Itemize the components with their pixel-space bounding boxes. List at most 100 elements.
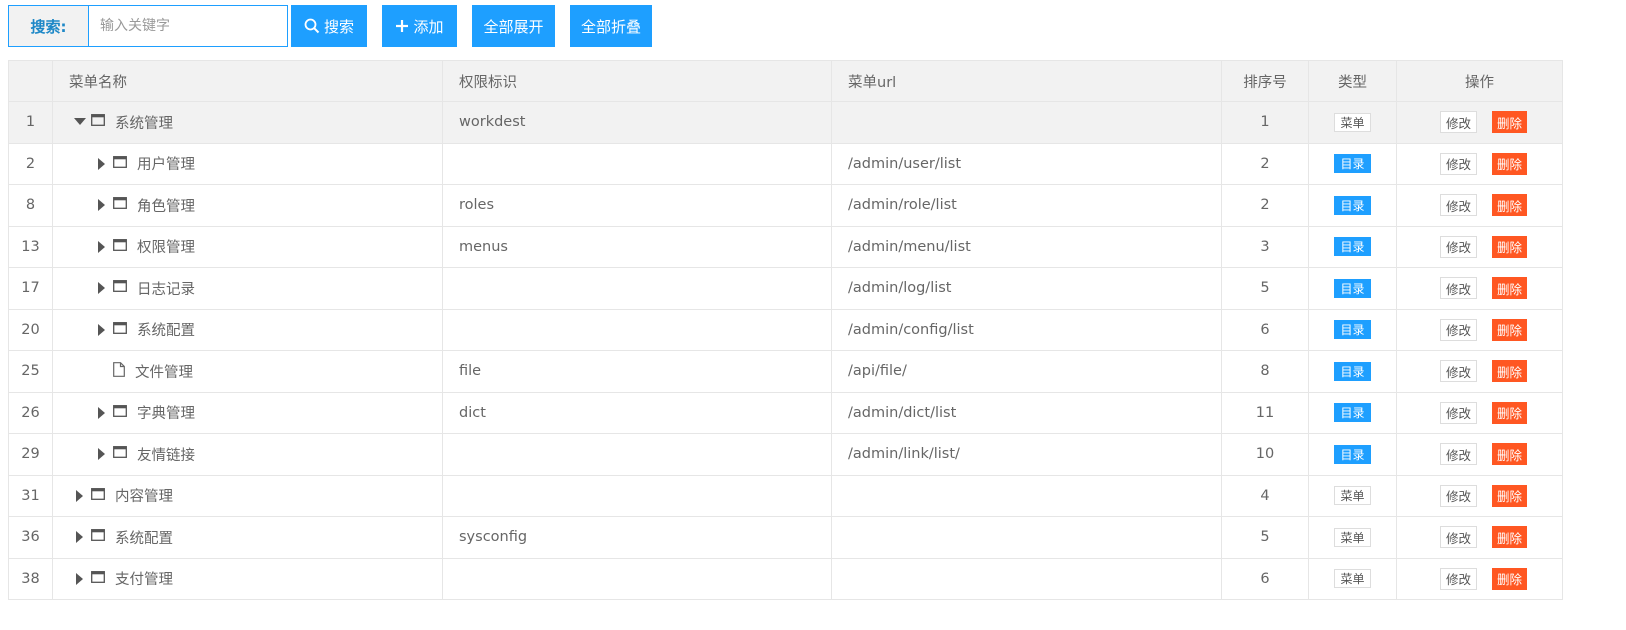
cell-id: 38 <box>8 557 53 600</box>
edit-button[interactable]: 修改 <box>1439 567 1477 590</box>
cell-url: /admin/role/list <box>831 184 1222 227</box>
edit-button[interactable]: 修改 <box>1439 152 1477 175</box>
caret-right-icon[interactable] <box>95 240 109 253</box>
type-badge: 目录 <box>1334 154 1371 174</box>
table-row[interactable]: 8 角色管理 roles/admin/role/list 2 目录 修改 删除 <box>8 184 1563 227</box>
cell-op: 修改 删除 <box>1396 391 1563 434</box>
type-badge: 菜单 <box>1334 527 1371 547</box>
cell-sort: 5 <box>1221 516 1309 559</box>
add-button[interactable]: 添加 <box>382 5 457 47</box>
delete-button[interactable]: 删除 <box>1492 401 1528 424</box>
delete-button[interactable]: 删除 <box>1492 360 1528 383</box>
delete-button[interactable]: 删除 <box>1492 526 1528 549</box>
cell-perm <box>442 433 832 476</box>
delete-button[interactable]: 删除 <box>1492 443 1528 466</box>
cell-op: 修改 删除 <box>1396 557 1563 600</box>
caret-right-icon[interactable] <box>73 531 87 544</box>
cell-perm: roles <box>442 184 832 227</box>
menu-name: 角色管理 <box>137 198 195 215</box>
expand-all-button[interactable]: 全部展开 <box>472 5 555 47</box>
window-icon <box>91 529 105 545</box>
table-row[interactable]: 31 内容管理 4 菜单 修改 删除 <box>8 474 1563 517</box>
edit-button[interactable]: 修改 <box>1439 526 1477 549</box>
search-box: 搜索: <box>8 5 288 47</box>
type-badge: 目录 <box>1334 320 1371 340</box>
cell-sort: 6 <box>1221 308 1309 351</box>
cell-sort: 4 <box>1221 474 1309 517</box>
table-row[interactable]: 36 系统配置 sysconfig 5 菜单 修改 删除 <box>8 516 1563 559</box>
table-row[interactable]: 29 友情链接/admin/link/list/10 目录 修改 删除 <box>8 433 1563 476</box>
window-icon <box>113 446 127 462</box>
collapse-all-button[interactable]: 全部折叠 <box>570 5 652 47</box>
caret-right-icon[interactable] <box>95 406 109 419</box>
search-input[interactable] <box>89 6 287 46</box>
cell-name: 字典管理 <box>52 391 443 434</box>
caret-right-icon[interactable] <box>95 199 109 212</box>
edit-button[interactable]: 修改 <box>1439 111 1477 134</box>
cell-type: 目录 <box>1308 142 1397 185</box>
delete-button[interactable]: 删除 <box>1492 277 1528 300</box>
cell-id: 1 <box>8 101 53 144</box>
delete-button[interactable]: 删除 <box>1492 194 1528 217</box>
caret-right-icon[interactable] <box>95 448 109 461</box>
menu-name: 友情链接 <box>137 447 195 464</box>
cell-name: 日志记录 <box>52 267 443 310</box>
table-row[interactable]: 17 日志记录/admin/log/list 5 目录 修改 删除 <box>8 267 1563 310</box>
cell-sort: 6 <box>1221 557 1309 600</box>
edit-button[interactable]: 修改 <box>1439 443 1477 466</box>
caret-right-icon[interactable] <box>95 157 109 170</box>
table-row[interactable]: 26 字典管理 dict/admin/dict/list 11 目录 修改 删除 <box>8 391 1563 434</box>
table-row[interactable]: 38 支付管理 6 菜单 修改 删除 <box>8 557 1563 600</box>
cell-op: 修改 删除 <box>1396 350 1563 393</box>
table-row[interactable]: 20 系统配置/admin/config/list 6 目录 修改 删除 <box>8 308 1563 351</box>
cell-name: 支付管理 <box>52 557 443 600</box>
cell-name: 文件管理 <box>52 350 443 393</box>
cell-sort: 2 <box>1221 184 1309 227</box>
edit-button[interactable]: 修改 <box>1439 401 1477 424</box>
edit-button[interactable]: 修改 <box>1439 277 1477 300</box>
cell-type: 菜单 <box>1308 101 1397 144</box>
type-badge: 菜单 <box>1334 569 1371 589</box>
table-row[interactable]: 13 权限管理 menus/admin/menu/list 3 目录 修改 删除 <box>8 225 1563 268</box>
cell-op: 修改 删除 <box>1396 433 1563 476</box>
menu-name: 权限管理 <box>137 240 195 257</box>
caret-right-icon[interactable] <box>73 572 87 585</box>
caret-right-icon[interactable] <box>95 282 109 295</box>
cell-sort: 11 <box>1221 391 1309 434</box>
edit-button[interactable]: 修改 <box>1439 484 1477 507</box>
table-row[interactable]: 1 系统管理 workdest 1 菜单 修改 删除 <box>8 101 1563 144</box>
header-type: 类型 <box>1308 60 1397 102</box>
edit-button[interactable]: 修改 <box>1439 194 1477 217</box>
cell-sort: 10 <box>1221 433 1309 476</box>
window-icon <box>113 155 127 172</box>
cell-url <box>831 516 1222 559</box>
cell-op: 修改 删除 <box>1396 225 1563 268</box>
toolbar: 搜索: 搜索 添加 全部展开 全部折叠 <box>8 5 652 47</box>
cell-op: 修改 删除 <box>1396 474 1563 517</box>
cell-perm: file <box>442 350 832 393</box>
delete-button[interactable]: 删除 <box>1492 484 1528 507</box>
cell-name: 友情链接 <box>52 433 443 476</box>
delete-button[interactable]: 删除 <box>1492 152 1528 175</box>
header-id <box>8 60 53 102</box>
type-badge: 菜单 <box>1334 486 1371 506</box>
cell-id: 17 <box>8 267 53 310</box>
delete-button[interactable]: 删除 <box>1492 318 1528 341</box>
caret-right-icon[interactable] <box>73 489 87 502</box>
caret-right-icon[interactable] <box>95 323 109 336</box>
delete-button[interactable]: 删除 <box>1492 567 1528 590</box>
cell-url: /admin/config/list <box>831 308 1222 351</box>
edit-button[interactable]: 修改 <box>1439 235 1477 258</box>
cell-op: 修改 删除 <box>1396 267 1563 310</box>
delete-button[interactable]: 删除 <box>1492 111 1528 134</box>
edit-button[interactable]: 修改 <box>1439 318 1477 341</box>
table-row[interactable]: 2 用户管理/admin/user/list 2 目录 修改 删除 <box>8 142 1563 185</box>
cell-type: 目录 <box>1308 225 1397 268</box>
edit-button[interactable]: 修改 <box>1439 360 1477 383</box>
delete-button[interactable]: 删除 <box>1492 235 1528 258</box>
table-row[interactable]: 25 文件管理 file/api/file/8 目录 修改 删除 <box>8 350 1563 393</box>
cell-perm <box>442 474 832 517</box>
search-button[interactable]: 搜索 <box>291 5 367 47</box>
caret-down-icon[interactable] <box>73 118 87 126</box>
menu-name: 系统管理 <box>115 115 173 132</box>
